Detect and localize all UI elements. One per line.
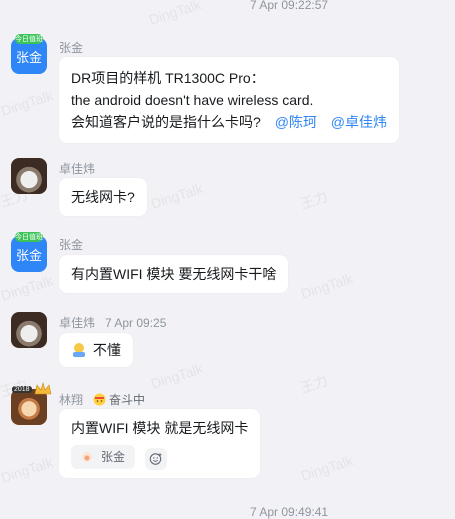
message-timestamp: 7 Apr 09:22:57 [250, 0, 329, 12]
watermark: DingTalk [148, 180, 205, 212]
message-bubble[interactable]: DR项目的样机 TR1300C Pro： the android doesn't… [59, 57, 400, 143]
mention-link[interactable]: @陈珂 [275, 114, 317, 130]
watermark: DingTalk [0, 87, 55, 119]
user-status[interactable]: 奋斗中 [93, 391, 145, 408]
watermark: DingTalk [0, 454, 55, 486]
avatar-label: 张金 [15, 49, 42, 65]
watermark: DingTalk [298, 452, 355, 484]
crown-icon [34, 382, 52, 395]
watermark: 王力 [298, 188, 330, 212]
sender-name[interactable]: 卓佳炜 [59, 314, 95, 331]
reaction-chip[interactable]: 张金 [71, 445, 136, 469]
shrug-emoji-icon [73, 343, 85, 357]
message-bubble[interactable]: 有内置WIFI 模块 要无线网卡干啥 [59, 255, 289, 293]
sender-name[interactable]: 林翔 [59, 391, 83, 408]
mention-link[interactable]: @卓佳炜 [331, 114, 387, 130]
watermark: DingTalk [0, 272, 55, 304]
sender-name[interactable]: 张金 [59, 39, 83, 56]
duty-badge-icon: 今日值班 [15, 232, 43, 242]
avatar[interactable] [11, 312, 47, 348]
sender-row: 卓佳炜 [59, 160, 95, 177]
avatar-badge: 2018 [12, 386, 32, 393]
sender-name[interactable]: 卓佳炜 [59, 160, 95, 177]
status-emoji-icon [93, 393, 106, 406]
duty-badge-icon: 今日值班 [15, 34, 43, 44]
message-line: 会知道客户说的是指什么卡吗? @陈珂 @卓佳炜 [71, 114, 388, 130]
sender-row: 张金 [59, 39, 83, 56]
message-bubble[interactable]: 内置WIFI 模块 就是无线网卡 张金 [59, 409, 261, 479]
message-line: the android doesn't have wireless card. [71, 92, 314, 108]
watermark: DingTalk [298, 270, 355, 302]
watermark: DingTalk [146, 0, 203, 28]
add-reaction-button[interactable] [144, 448, 167, 471]
sender-row: 张金 [59, 236, 83, 253]
avatar[interactable] [11, 158, 47, 194]
message-text: 内置WIFI 模块 就是无线网卡 [71, 420, 249, 436]
message-timestamp: 7 Apr 09:49:41 [250, 505, 329, 519]
watermark: 王力 [298, 372, 330, 396]
reaction-row: 张金 [71, 445, 248, 471]
message-line: DR项目的样机 TR1300C Pro： [71, 70, 265, 86]
reaction-emoji-icon [82, 452, 92, 462]
watermark: DingTalk [148, 360, 205, 392]
message-bubble[interactable]: 无线网卡? [59, 178, 147, 216]
message-time: 7 Apr 09:25 [105, 315, 167, 330]
sender-row: 林翔 奋斗中 [59, 391, 145, 408]
avatar-label: 张金 [15, 247, 42, 263]
sender-name[interactable]: 张金 [59, 236, 83, 253]
sender-row: 卓佳炜 7 Apr 09:25 [59, 314, 166, 331]
add-reaction-icon [149, 453, 162, 466]
message-bubble[interactable]: 不懂 [59, 333, 133, 367]
message-text: 无线网卡? [71, 189, 135, 205]
message-text: 不懂 [92, 342, 121, 358]
message-text: 有内置WIFI 模块 要无线网卡干啥 [71, 266, 277, 282]
